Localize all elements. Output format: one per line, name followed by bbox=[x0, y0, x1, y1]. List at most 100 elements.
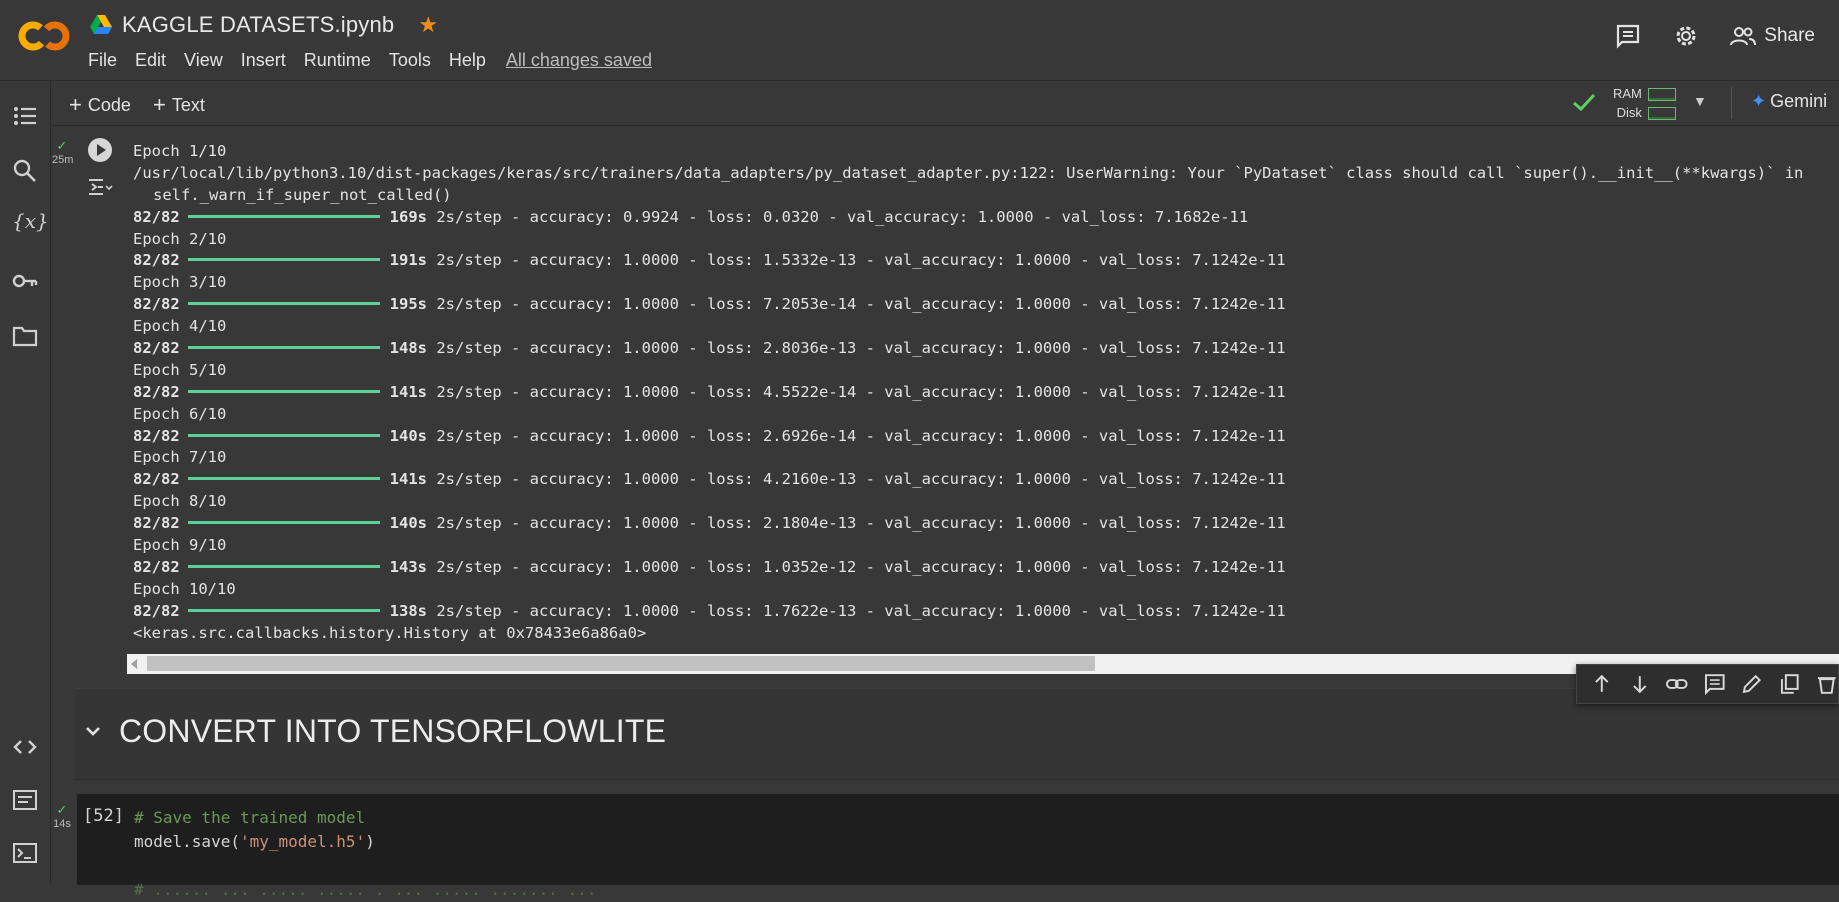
epoch-metrics: 2s/step - accuracy: 1.0000 - loss: 4.216… bbox=[436, 470, 1286, 489]
menu-file[interactable]: File bbox=[88, 50, 117, 71]
epoch-progress-bar bbox=[187, 346, 380, 350]
epoch-progress-row: 82/82 141s 2s/step - accuracy: 1.0000 - l… bbox=[133, 469, 1839, 491]
epoch-metrics: 2s/step - accuracy: 1.0000 - loss: 4.552… bbox=[436, 382, 1286, 401]
code-snippets-icon[interactable] bbox=[12, 734, 38, 760]
epoch-progress-bar bbox=[187, 564, 380, 568]
gear-icon[interactable] bbox=[1672, 22, 1700, 50]
save-status[interactable]: All changes saved bbox=[506, 50, 652, 71]
epoch-header: Epoch 7/10 bbox=[133, 448, 227, 467]
epoch-steps: 82/82 bbox=[133, 601, 180, 620]
epoch-list: 82/82 169s 2s/step - accuracy: 0.9924 - l… bbox=[133, 207, 1839, 623]
menu-runtime[interactable]: Runtime bbox=[304, 50, 371, 71]
connected-check-icon[interactable] bbox=[1571, 91, 1597, 113]
menu-tools[interactable]: Tools bbox=[389, 50, 431, 71]
epoch-metrics: 2s/step - accuracy: 0.9924 - loss: 0.032… bbox=[436, 207, 1249, 226]
epoch-time: 169s bbox=[389, 207, 427, 226]
header-actions: Share bbox=[1614, 22, 1815, 50]
delete-icon[interactable] bbox=[1816, 673, 1838, 695]
share-button[interactable]: Share bbox=[1730, 25, 1815, 47]
epoch-steps: 82/82 bbox=[133, 207, 180, 226]
ram-meter bbox=[1647, 88, 1676, 102]
epoch-progress-row: 82/82 143s 2s/step - accuracy: 1.0000 - l… bbox=[133, 557, 1839, 579]
epoch-progress-row: 82/82 191s 2s/step - accuracy: 1.0000 - l… bbox=[133, 250, 1839, 272]
code-string: 'my_model.h5' bbox=[239, 832, 366, 851]
menu-edit[interactable]: Edit bbox=[135, 50, 166, 71]
ram-label: RAM bbox=[1613, 86, 1642, 101]
epoch-progress-bar bbox=[187, 433, 380, 437]
chevron-down-icon[interactable] bbox=[83, 721, 103, 741]
epoch-metrics: 2s/step - accuracy: 1.0000 - loss: 2.692… bbox=[436, 426, 1286, 445]
toolbar-divider bbox=[1731, 87, 1732, 119]
folder-icon[interactable] bbox=[12, 323, 38, 349]
epoch-steps: 82/82 bbox=[133, 251, 180, 270]
title-row: KAGGLE DATASETS.ipynb ★ bbox=[90, 12, 438, 38]
toc-icon[interactable] bbox=[12, 103, 38, 129]
epoch-time: 143s bbox=[389, 557, 427, 576]
key-icon[interactable] bbox=[12, 268, 38, 294]
cell-elapsed: 25m bbox=[52, 154, 74, 166]
chevron-down-icon[interactable]: ▼ bbox=[1693, 93, 1707, 109]
epoch-progress-row: 82/82 141s 2s/step - accuracy: 1.0000 - l… bbox=[133, 382, 1839, 404]
move-up-icon[interactable] bbox=[1591, 673, 1613, 695]
code-comment: # Save the trained model bbox=[134, 808, 366, 827]
section-heading: CONVERT INTO TENSORFLOWLITE bbox=[119, 713, 667, 749]
code-close: ) bbox=[365, 832, 375, 851]
edit-icon[interactable] bbox=[1741, 673, 1763, 695]
epoch-metrics: 2s/step - accuracy: 1.0000 - loss: 2.180… bbox=[436, 514, 1286, 533]
epoch-progress-row: 82/82 140s 2s/step - accuracy: 1.0000 - l… bbox=[133, 426, 1839, 448]
epoch-header: Epoch 2/10 bbox=[133, 229, 227, 248]
link-icon[interactable] bbox=[1666, 673, 1688, 695]
comment-icon[interactable] bbox=[1614, 22, 1642, 50]
terminal-icon[interactable] bbox=[12, 840, 38, 866]
menu-view[interactable]: View bbox=[184, 50, 223, 71]
cell-toolbar bbox=[1576, 664, 1839, 704]
epoch-progress-bar bbox=[187, 258, 380, 262]
warning-call: self._warn_if_super_not_called() bbox=[153, 185, 452, 204]
output-actions-icon[interactable] bbox=[88, 178, 114, 196]
notebook-title[interactable]: KAGGLE DATASETS.ipynb bbox=[122, 12, 394, 38]
notebook-toolbar: + Code + Text RAM Disk ▼ ✦ Gemini bbox=[51, 81, 1839, 126]
epoch-header: Epoch 10/10 bbox=[133, 579, 236, 598]
cell-output: Epoch 1/10 /usr/local/lib/python3.10/dis… bbox=[133, 141, 1839, 655]
code-cell-elapsed: 14s bbox=[53, 818, 71, 830]
mirror-cell-icon[interactable] bbox=[1779, 673, 1801, 695]
move-down-icon[interactable] bbox=[1629, 673, 1651, 695]
epoch-progress-row: 82/82 138s 2s/step - accuracy: 1.0000 - l… bbox=[133, 601, 1839, 623]
warning-line: /usr/local/lib/python3.10/dist-packages/… bbox=[133, 163, 1804, 182]
code-editor[interactable]: # Save the trained model model.save('my_… bbox=[134, 806, 596, 902]
epoch-progress-bar bbox=[187, 389, 380, 393]
text-cell[interactable]: CONVERT INTO TENSORFLOWLITE bbox=[75, 688, 1839, 780]
epoch-steps: 82/82 bbox=[133, 514, 180, 533]
variables-icon[interactable]: {x} bbox=[12, 209, 49, 235]
search-icon[interactable] bbox=[12, 158, 38, 184]
gemini-button[interactable]: ✦ Gemini bbox=[1751, 91, 1827, 112]
add-text-label: Text bbox=[171, 95, 205, 115]
menu-help[interactable]: Help bbox=[449, 50, 486, 71]
run-cell-button[interactable] bbox=[88, 138, 112, 162]
epoch-time: 138s bbox=[389, 601, 427, 620]
code-cell[interactable]: [52] # Save the trained model model.save… bbox=[77, 794, 1839, 899]
menu-insert[interactable]: Insert bbox=[241, 50, 286, 71]
resource-monitor[interactable]: RAM Disk bbox=[1613, 84, 1676, 122]
epoch-steps: 82/82 bbox=[133, 295, 180, 314]
code-call: model.save( bbox=[134, 832, 240, 851]
star-icon[interactable]: ★ bbox=[418, 12, 438, 38]
scrollbar-thumb[interactable] bbox=[147, 656, 1095, 671]
epoch-time: 140s bbox=[389, 426, 427, 445]
add-code-button[interactable]: + Code bbox=[69, 91, 131, 117]
add-text-button[interactable]: + Text bbox=[153, 91, 205, 117]
epoch-metrics: 2s/step - accuracy: 1.0000 - loss: 2.803… bbox=[436, 339, 1286, 358]
command-palette-icon[interactable] bbox=[12, 787, 38, 813]
epoch-metrics: 2s/step - accuracy: 1.0000 - loss: 1.762… bbox=[436, 601, 1286, 620]
code-cell-exec-status: ✓ 14s bbox=[52, 802, 72, 830]
scroll-left-arrow-icon[interactable] bbox=[131, 659, 137, 669]
disk-label: Disk bbox=[1616, 105, 1642, 120]
colab-logo[interactable] bbox=[16, 18, 72, 54]
comment-icon[interactable] bbox=[1704, 673, 1726, 695]
epoch-header: Epoch 9/10 bbox=[133, 536, 227, 555]
epoch-progress-row: 82/82 140s 2s/step - accuracy: 1.0000 - l… bbox=[133, 513, 1839, 535]
